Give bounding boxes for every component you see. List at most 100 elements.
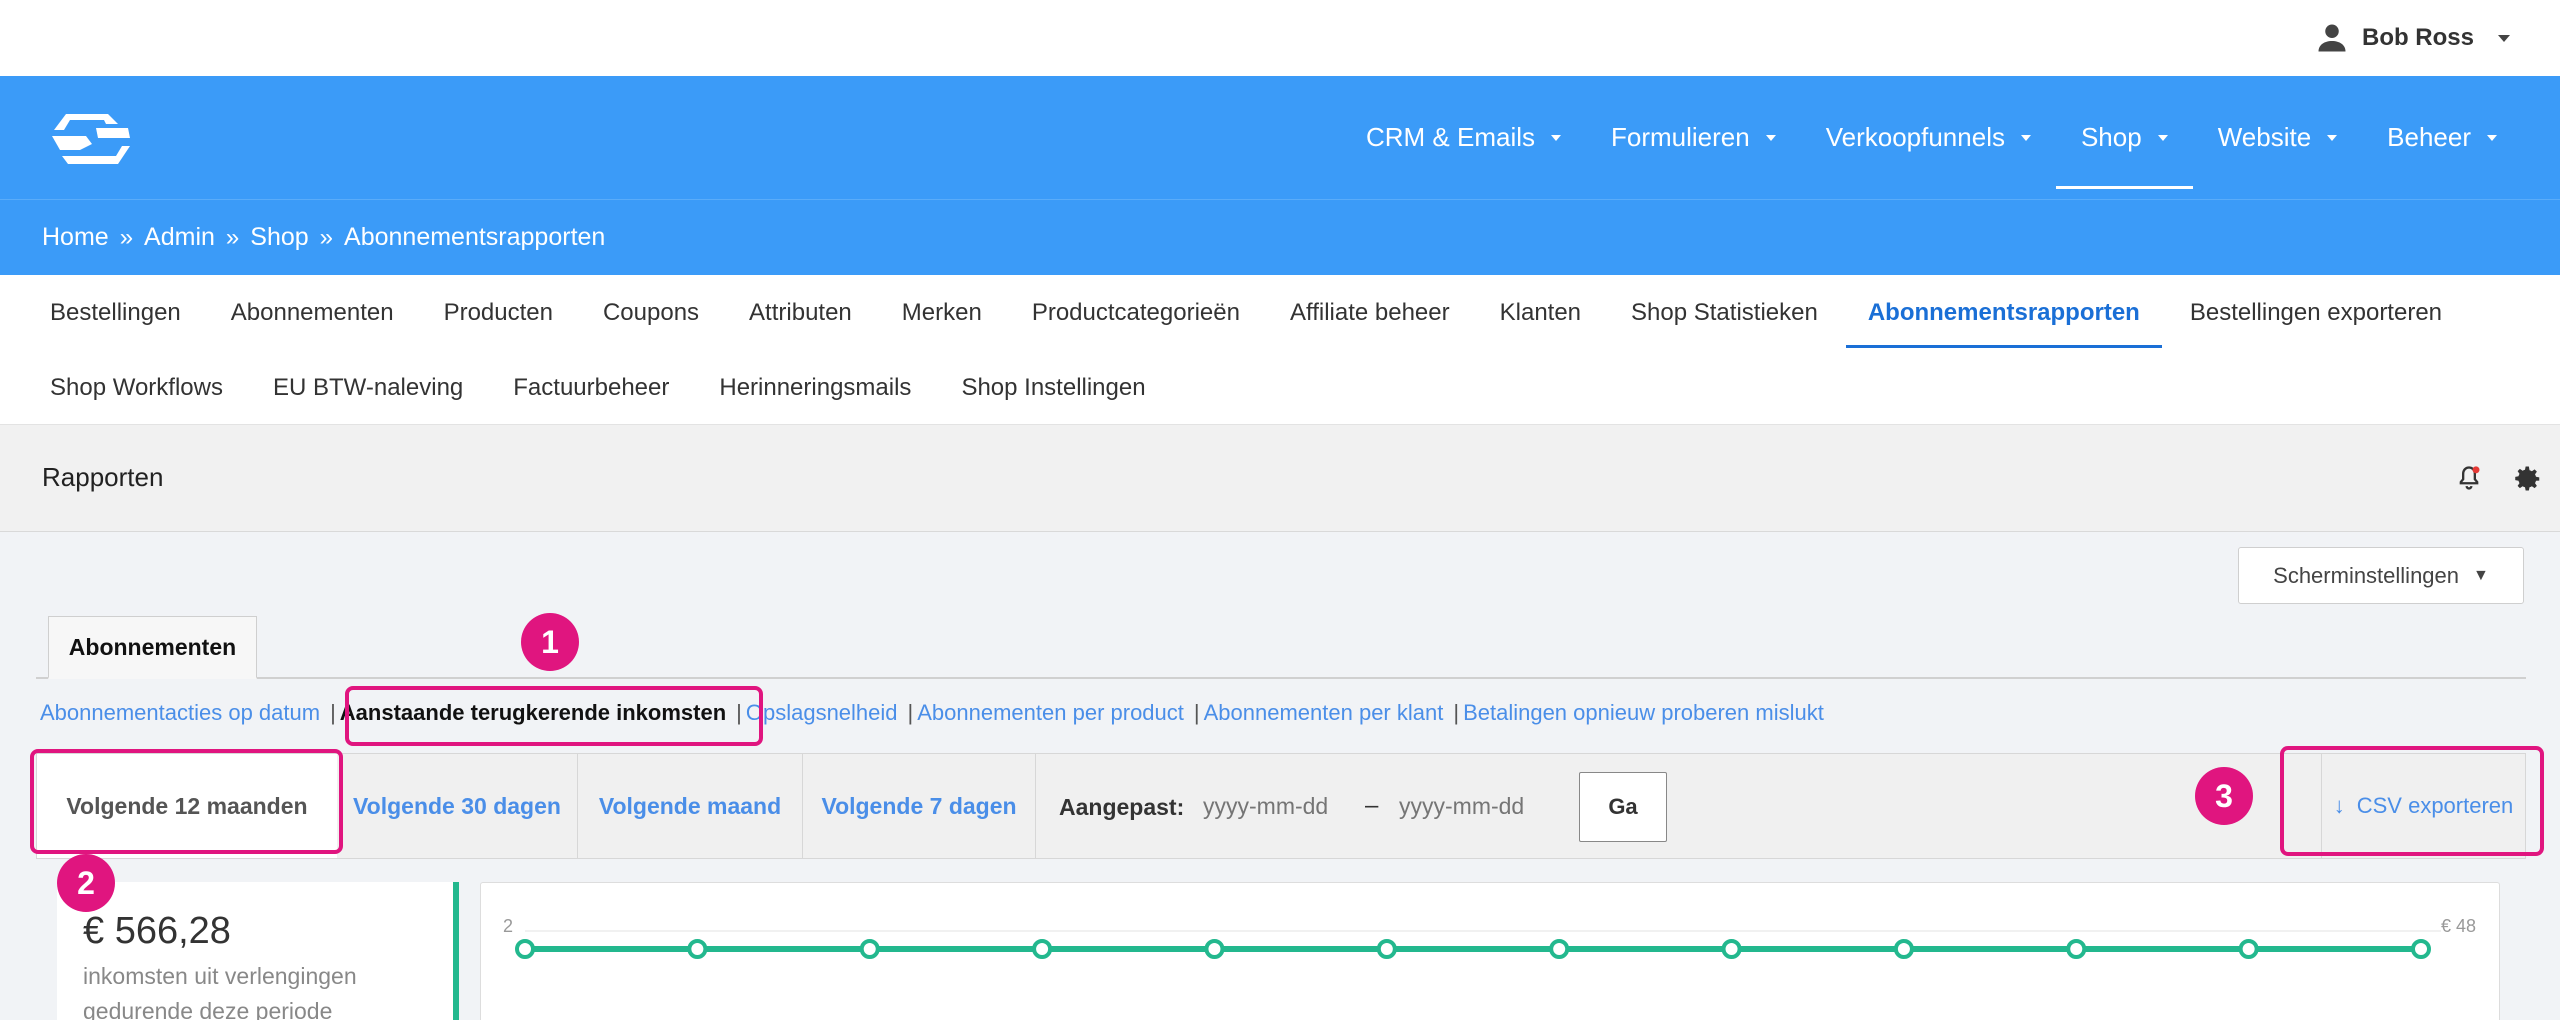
page-header: Rapporten: [0, 425, 2560, 532]
subnav-item-bestellingen[interactable]: Bestellingen: [50, 275, 181, 350]
link-separator: |: [330, 700, 336, 725]
csv-export-label: CSV exporteren: [2356, 793, 2514, 818]
report-link-abonnementen-per-product[interactable]: Abonnementen per product: [917, 700, 1184, 726]
shop-subnav: Bestellingen Abonnementen Producten Coupons…: [0, 275, 2560, 425]
user-menu[interactable]: Bob Ross: [2314, 20, 2510, 56]
data-point[interactable]: [2411, 939, 2431, 959]
subnav-item-affiliate-beheer[interactable]: Affiliate beheer: [1290, 275, 1450, 350]
data-point[interactable]: [1549, 939, 1570, 959]
data-point[interactable]: [1032, 939, 1053, 959]
custom-range-label: Aangepast:: [1059, 794, 1185, 820]
data-point[interactable]: [2238, 939, 2259, 959]
breadcrumb: Home » Admin » Shop » Abonnementsrapporten: [0, 199, 2560, 275]
nav-item-website[interactable]: Website: [2193, 76, 2362, 199]
report-links: Abonnementacties op datum | Aanstaande ter…: [40, 698, 1824, 728]
data-point[interactable]: [1721, 939, 1742, 959]
period-next-12-months[interactable]: Volgende 12 maanden: [37, 754, 337, 858]
subnav-item-herinneringsmails[interactable]: Herinneringsmails: [719, 350, 911, 425]
report-link-opslagsnelheid[interactable]: Opslagsnelheid: [746, 700, 898, 726]
date-to-input[interactable]: [1399, 785, 1569, 827]
data-point[interactable]: [1204, 939, 1225, 959]
nav-item-shop[interactable]: Shop: [2055, 76, 2193, 199]
data-point[interactable]: [687, 939, 708, 959]
gear-icon[interactable]: [2513, 464, 2543, 494]
subnav-item-shop-statistieken[interactable]: Shop Statistieken: [1631, 275, 1818, 350]
chevron-down-icon: [1551, 134, 1561, 141]
nav-item-verkoopfunnels[interactable]: Verkoopfunnels: [1801, 76, 2056, 199]
data-point[interactable]: [1893, 939, 1914, 959]
data-point[interactable]: [859, 939, 880, 959]
subnav-row-1: Bestellingen Abonnementen Producten Coupons…: [50, 275, 2492, 350]
nav-item-label: Website: [2217, 122, 2312, 152]
subnav-item-eu-btw-naleving[interactable]: EU BTW-naleving: [273, 350, 463, 425]
user-bar: Bob Ross: [0, 0, 2560, 76]
breadcrumb-separator: »: [225, 223, 240, 251]
right-axis-label: € 48: [2441, 916, 2476, 936]
page-title: Rapporten: [42, 462, 164, 492]
report-link-abonnementacties-op-datum[interactable]: Abonnementacties op datum: [40, 700, 320, 726]
annotation-badge-2: 2: [57, 854, 115, 912]
revenue-chart: 2 € 48: [480, 882, 2500, 1020]
user-name: Bob Ross: [2361, 24, 2474, 51]
csv-export-button[interactable]: ↓ CSV exporteren: [2321, 754, 2525, 858]
subnav-item-shop-workflows[interactable]: Shop Workflows: [50, 350, 223, 425]
nav-item-label: Formulieren: [1611, 122, 1750, 152]
link-separator: |: [1193, 700, 1200, 725]
subnav-item-merken[interactable]: Merken: [902, 275, 982, 350]
chevron-down-icon: [2327, 134, 2338, 141]
period-next-7-days[interactable]: Volgende 7 dagen: [803, 754, 1035, 858]
data-point[interactable]: [1376, 939, 1397, 959]
bell-icon[interactable]: [2455, 464, 2483, 492]
report-link-betalingen-opnieuw-proberen-mislukt[interactable]: Betalingen opnieuw proberen mislukt: [1463, 700, 1824, 726]
breadcrumb-admin[interactable]: Admin: [144, 223, 215, 252]
subnav-row-2: Shop Workflows EU BTW-naleving Factuurbehe…: [50, 350, 1196, 425]
subnav-item-abonnementsrapporten[interactable]: Abonnementsrapporten: [1845, 275, 2162, 350]
tab-abonnementen[interactable]: Abonnementen: [48, 616, 257, 679]
subnav-item-coupons[interactable]: Coupons: [603, 275, 699, 350]
arrow-down-icon: ↓: [2333, 793, 2345, 818]
logo[interactable]: [46, 106, 136, 170]
screen-settings-button[interactable]: Scherminstellingen ▼: [2238, 547, 2524, 604]
left-axis-label: 2: [503, 916, 513, 936]
subnav-item-bestellingen-exporteren[interactable]: Bestellingen exporteren: [2190, 275, 2442, 350]
subnav-item-abonnementen[interactable]: Abonnementen: [231, 275, 394, 350]
breadcrumb-separator: »: [119, 223, 134, 251]
annotation-badge-3: 3: [2195, 767, 2253, 825]
period-next-30-days[interactable]: Volgende 30 dagen: [337, 754, 577, 858]
subnav-item-factuurbeheer[interactable]: Factuurbeheer: [513, 350, 669, 425]
tab-divider: [36, 677, 2526, 679]
breadcrumb-home[interactable]: Home: [42, 223, 109, 252]
nav-item-crm-emails[interactable]: CRM & Emails: [1341, 76, 1586, 199]
nav-item-label: Shop: [2080, 122, 2142, 152]
nav-item-beheer[interactable]: Beheer: [2362, 76, 2522, 199]
data-point[interactable]: [2066, 939, 2087, 959]
user-icon: [2318, 24, 2346, 52]
nav-item-label: Verkoopfunnels: [1825, 122, 2005, 152]
link-separator: |: [1453, 700, 1460, 725]
chevron-down-icon: [1765, 134, 1776, 141]
revenue-amount: € 566,28: [83, 910, 231, 952]
subnav-item-klanten[interactable]: Klanten: [1500, 275, 1581, 350]
breadcrumb-abonnementsrapporten[interactable]: Abonnementsrapporten: [344, 223, 605, 252]
report-link-abonnementen-per-klant[interactable]: Abonnementen per klant: [1204, 700, 1444, 726]
go-button[interactable]: Ga: [1579, 772, 1667, 842]
link-separator: |: [907, 700, 914, 725]
period-bar: Volgende 12 maanden Volgende 30 dagen Vo…: [36, 753, 2526, 859]
subnav-item-productcategorie-n[interactable]: Productcategorieën: [1032, 275, 1240, 350]
revenue-description: inkomsten uit verlengingen gedurende dez…: [83, 963, 357, 1020]
main-navigation: CRM & Emails Formulieren Verkoopfunnels Sho…: [0, 76, 2560, 199]
screen-settings-label: Scherminstellingen: [2273, 562, 2460, 588]
nav-item-formulieren[interactable]: Formulieren: [1586, 76, 1801, 199]
date-from-input[interactable]: [1203, 785, 1373, 827]
period-next-month[interactable]: Volgende maand: [578, 754, 802, 858]
nav-item-label: Beheer: [2387, 122, 2471, 152]
data-point[interactable]: [515, 939, 535, 959]
range-dash: –: [1365, 792, 1379, 819]
chevron-down-icon: [2487, 134, 2497, 141]
subnav-item-attributen[interactable]: Attributen: [749, 275, 852, 350]
report-link-aanstaande-terugkerende-inkomsten[interactable]: Aanstaande terugkerende inkomsten: [340, 700, 726, 726]
breadcrumb-shop[interactable]: Shop: [250, 223, 308, 252]
subnav-item-producten[interactable]: Producten: [444, 275, 553, 350]
subnav-item-shop-instellingen[interactable]: Shop Instellingen: [961, 350, 1145, 425]
line-chart: 2 € 48: [503, 916, 2476, 959]
